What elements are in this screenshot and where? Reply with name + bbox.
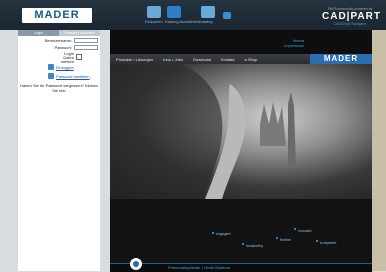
kw-dot-1	[212, 232, 214, 234]
forgot-password-note[interactable]: Haben Sie Ihr Passwort vergessen? Klicke…	[20, 83, 98, 93]
strip-links: Ihrena Impressum	[258, 38, 304, 48]
keyword-flexibel[interactable]: flexibel	[280, 238, 291, 242]
login-tabs: Login Passwort anfordern	[18, 30, 100, 36]
brand-main-text: CAD|PART	[322, 11, 381, 22]
nav-inno-jobs[interactable]: Inno • Jobs	[163, 57, 183, 62]
kw-dot-5	[316, 240, 318, 242]
katalog-label-2[interactable]: Katalog	[199, 19, 213, 24]
kw-dot-4	[294, 228, 296, 230]
nav-download[interactable]: Download	[193, 57, 211, 62]
keyword-panel: engagiert trustworthy flexibel innovativ…	[110, 199, 372, 263]
gear-logo-inner	[133, 261, 139, 267]
remember-checkbox[interactable]	[76, 54, 82, 60]
katalog-label[interactable]: Katalog Auswählen	[165, 19, 199, 24]
password-order-link[interactable]: Passwort bestellen	[56, 74, 90, 79]
mader-logo[interactable]: MADER	[22, 8, 92, 23]
bottom-strip-text[interactable]: Pneumatikzylinder | Ventil Startuna	[168, 265, 230, 270]
password-order-icon[interactable]	[48, 73, 54, 79]
keyword-kompetent[interactable]: kompetent	[320, 241, 336, 245]
kw-dot-3	[276, 237, 278, 239]
gear-logo-icon[interactable]	[130, 258, 142, 270]
keyword-trustworthy[interactable]: trustworthy	[246, 244, 263, 248]
tab-password-request[interactable]: Passwort anfordern	[59, 30, 100, 36]
username-label: Benutzername:	[44, 38, 72, 43]
kw-dot-2	[242, 243, 244, 245]
shopping-label[interactable]: Einkaufen	[145, 19, 163, 24]
keyword-innovativ[interactable]: innovativ	[298, 229, 312, 233]
nav-eshop[interactable]: e-Shop	[244, 57, 257, 62]
top-strip: Ihrena Impressum	[110, 30, 372, 54]
katalog-icon-2[interactable]	[201, 6, 215, 18]
remember-row: Login Daten merken	[18, 52, 100, 64]
keyword-engagiert[interactable]: engagiert	[216, 232, 231, 236]
hero-photo-art	[110, 64, 296, 199]
main-content: Ihrena Impressum Produkte • Lösungen Inn…	[110, 30, 372, 272]
strip-link-2[interactable]: Impressum	[258, 43, 304, 48]
nav-kontakt[interactable]: Kontakt	[221, 57, 235, 62]
password-input[interactable]	[74, 45, 98, 50]
username-input[interactable]	[74, 38, 98, 43]
login-icon[interactable]	[48, 64, 54, 70]
password-row: Passwort:	[18, 45, 100, 51]
info-icon[interactable]	[223, 12, 231, 19]
cadenas-brand: PARTcommunity powered by CAD|PART CADENA…	[322, 7, 381, 26]
login-sidebar: Login Passwort anfordern Benutzername: P…	[18, 30, 100, 271]
brand-sub-text: CADENAS Navigator	[333, 22, 367, 26]
login-link[interactable]: Einloggen	[56, 65, 74, 70]
katalog-icon[interactable]	[167, 6, 181, 18]
tab-login[interactable]: Login	[18, 30, 59, 36]
nav-mader-logo[interactable]: MADER	[310, 54, 372, 64]
username-row: Benutzername:	[18, 38, 100, 44]
remember-label: Login Daten merken	[60, 51, 74, 64]
top-bar: MADER Einkaufen Katalog Auswählen Katalo…	[0, 0, 386, 30]
hero-photo	[110, 64, 372, 199]
shopping-icon[interactable]	[147, 6, 161, 18]
nav-produkte[interactable]: Produkte • Lösungen	[116, 57, 153, 62]
right-edge-panel	[372, 30, 386, 271]
